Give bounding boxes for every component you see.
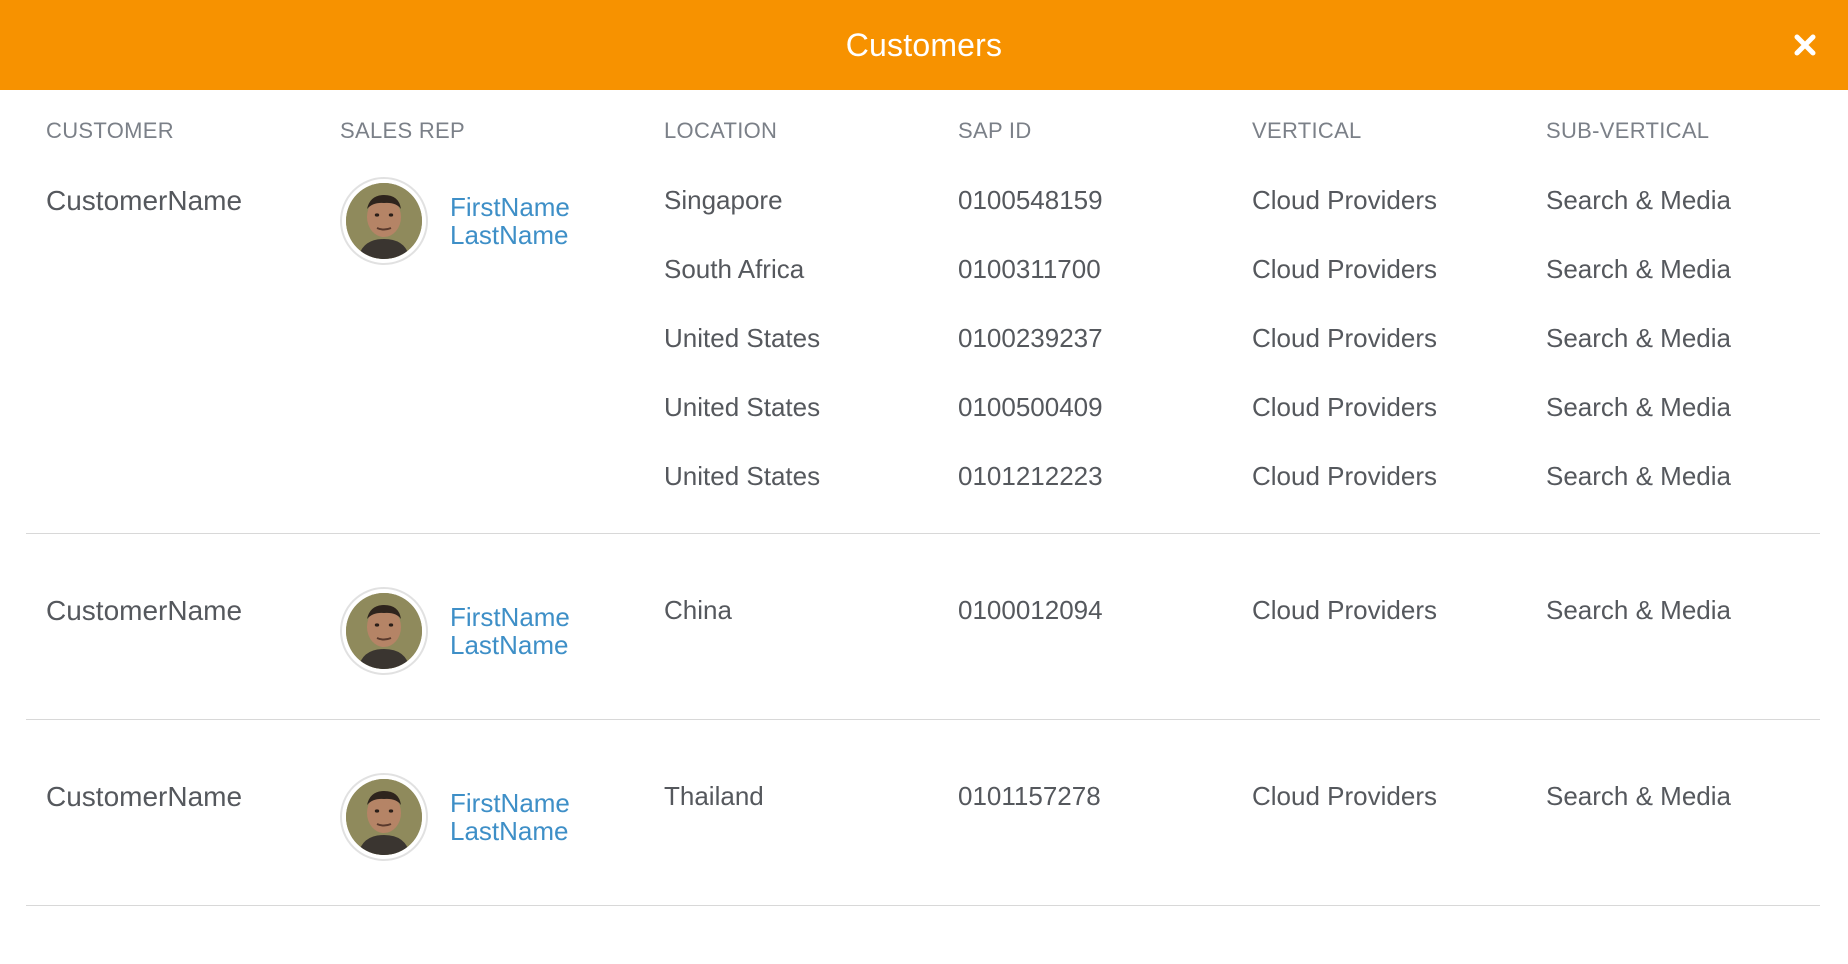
- sales-rep-first-name[interactable]: FirstName: [450, 193, 570, 221]
- column-header-customer[interactable]: CUSTOMER: [46, 118, 174, 144]
- avatar-photo: [346, 593, 422, 669]
- row-divider: [26, 719, 1820, 720]
- column-header-sales-rep[interactable]: SALES REP: [340, 118, 465, 144]
- cell-sub-vertical: Search & Media: [1546, 254, 1731, 284]
- cell-sub-vertical: Search & Media: [1546, 392, 1731, 422]
- sales-rep-last-name[interactable]: LastName: [450, 817, 570, 845]
- cell-sap-id: 0100012094: [958, 595, 1103, 625]
- customer-name[interactable]: CustomerName: [46, 781, 242, 813]
- cell-vertical: Cloud Providers: [1252, 595, 1437, 625]
- table-header: CUSTOMER SALES REP LOCATION SAP ID VERTI…: [0, 118, 1848, 148]
- cell-vertical: Cloud Providers: [1252, 781, 1437, 811]
- cell-sub-vertical: Search & Media: [1546, 185, 1731, 215]
- column-header-sub-vertical[interactable]: SUB-VERTICAL: [1546, 118, 1709, 144]
- sales-rep[interactable]: FirstName LastName: [340, 773, 570, 861]
- sales-rep[interactable]: FirstName LastName: [340, 177, 570, 265]
- customers-modal: Customers CUSTOMER SALES REP LOCATION SA…: [0, 0, 1848, 964]
- customer-name[interactable]: CustomerName: [46, 185, 242, 217]
- cell-location: Thailand: [664, 781, 764, 811]
- row-divider: [26, 533, 1820, 534]
- sales-rep[interactable]: FirstName LastName: [340, 587, 570, 675]
- cell-location: United States: [664, 461, 821, 491]
- sales-rep-first-name[interactable]: FirstName: [450, 789, 570, 817]
- modal-header: Customers: [0, 0, 1848, 90]
- cell-vertical: Cloud Providers: [1252, 185, 1437, 215]
- avatar[interactable]: [340, 177, 428, 265]
- sales-rep-name[interactable]: FirstName LastName: [450, 603, 570, 659]
- cell-sap-id: 0100239237: [958, 323, 1103, 353]
- cell-sap-id: 0101212223: [958, 461, 1103, 491]
- cell-sap-id: 0101157278: [958, 781, 1101, 811]
- avatar-photo: [346, 183, 422, 259]
- sales-rep-name[interactable]: FirstName LastName: [450, 789, 570, 845]
- cell-vertical: Cloud Providers: [1252, 323, 1437, 353]
- column-header-location[interactable]: LOCATION: [664, 118, 777, 144]
- cell-location: United States: [664, 392, 821, 422]
- avatar-photo: [346, 779, 422, 855]
- close-icon: [1794, 34, 1816, 56]
- cell-location: China: [664, 595, 732, 625]
- column-header-vertical[interactable]: VERTICAL: [1252, 118, 1362, 144]
- cell-sub-vertical: Search & Media: [1546, 781, 1731, 811]
- cell-vertical: Cloud Providers: [1252, 392, 1437, 422]
- avatar[interactable]: [340, 773, 428, 861]
- cell-sap-id: 0100311700: [958, 254, 1101, 284]
- cell-location: United States: [664, 323, 821, 353]
- person-icon: [346, 779, 422, 855]
- close-button[interactable]: [1782, 22, 1828, 68]
- row-divider: [26, 905, 1820, 906]
- sales-rep-last-name[interactable]: LastName: [450, 221, 570, 249]
- cell-location: Singapore: [664, 185, 783, 215]
- cell-sub-vertical: Search & Media: [1546, 323, 1731, 353]
- sales-rep-name[interactable]: FirstName LastName: [450, 193, 570, 249]
- person-icon: [346, 593, 422, 669]
- modal-title: Customers: [845, 26, 1003, 63]
- cell-sub-vertical: Search & Media: [1546, 461, 1731, 491]
- sales-rep-first-name[interactable]: FirstName: [450, 603, 570, 631]
- cell-vertical: Cloud Providers: [1252, 461, 1437, 491]
- avatar[interactable]: [340, 587, 428, 675]
- person-icon: [346, 183, 422, 259]
- cell-sub-vertical: Search & Media: [1546, 595, 1731, 625]
- cell-sap-id: 0100548159: [958, 185, 1103, 215]
- column-header-sap-id[interactable]: SAP ID: [958, 118, 1032, 144]
- cell-sap-id: 0100500409: [958, 392, 1103, 422]
- cell-location: South Africa: [664, 254, 805, 284]
- cell-vertical: Cloud Providers: [1252, 254, 1437, 284]
- customer-name[interactable]: CustomerName: [46, 595, 242, 627]
- sales-rep-last-name[interactable]: LastName: [450, 631, 570, 659]
